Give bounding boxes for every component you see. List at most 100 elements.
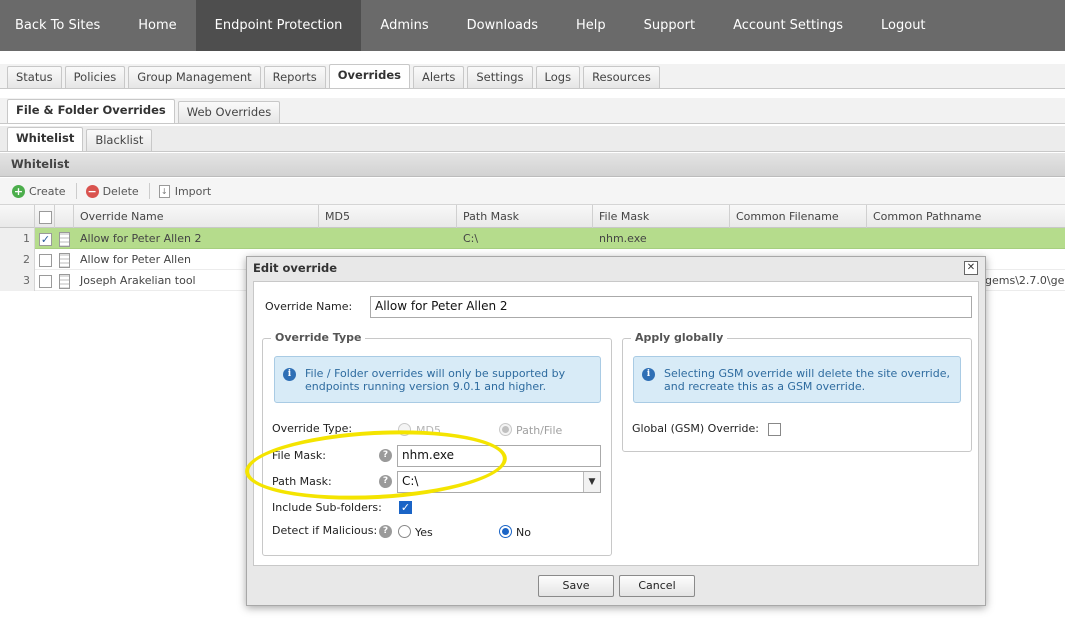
tab-file-folder-overrides[interactable]: File & Folder Overrides xyxy=(7,99,175,123)
tab-settings[interactable]: Settings xyxy=(467,66,533,88)
cell-common-pathname: gems\2.7.0\gems\ xyxy=(985,274,1065,287)
delete-label: Delete xyxy=(102,184,139,198)
row-number: 3 xyxy=(0,270,35,291)
cell-common-pathname xyxy=(867,228,1065,249)
nav-admins[interactable]: Admins xyxy=(361,0,447,51)
file-mask-label: File Mask: xyxy=(272,449,326,462)
info-icon: i xyxy=(642,368,655,381)
nav-back-to-sites[interactable]: Back To Sites xyxy=(0,0,119,51)
row-number: 1 xyxy=(0,228,35,249)
info-icon: i xyxy=(283,368,296,381)
row-checkbox[interactable] xyxy=(39,274,52,288)
table-row[interactable]: 1 ✓ Allow for Peter Allen 2 C:\ nhm.exe xyxy=(0,228,1065,249)
cell-md5 xyxy=(319,228,457,249)
override-tabs: File & Folder Overrides Web Overrides xyxy=(0,98,1065,124)
global-override-checkbox[interactable] xyxy=(768,423,781,436)
save-button[interactable]: Save xyxy=(538,575,614,597)
list-tabs: Whitelist Blacklist xyxy=(0,126,1065,152)
col-md5[interactable]: MD5 xyxy=(319,205,457,228)
nav-support[interactable]: Support xyxy=(625,0,714,51)
tab-whitelist[interactable]: Whitelist xyxy=(7,127,84,151)
override-type-info: i File / Folder overrides will only be s… xyxy=(274,356,601,403)
import-button[interactable]: ↓ Import xyxy=(158,184,212,198)
row-checkbox-cell xyxy=(35,270,55,291)
chevron-down-icon[interactable]: ▼ xyxy=(583,472,600,492)
delete-button[interactable]: − Delete xyxy=(85,184,139,198)
col-path-mask[interactable]: Path Mask xyxy=(457,205,593,228)
dialog-body: Override Name: Allow for Peter Allen 2 O… xyxy=(253,281,979,566)
path-mask-value: C:\ xyxy=(402,474,419,488)
path-mask-select[interactable]: C:\ ▼ xyxy=(397,471,601,493)
row-checkbox-cell xyxy=(35,249,55,270)
select-all-checkbox[interactable] xyxy=(39,210,52,224)
tab-blacklist[interactable]: Blacklist xyxy=(86,129,153,151)
file-icon xyxy=(55,228,74,249)
row-number: 2 xyxy=(0,249,35,270)
create-label: Create xyxy=(29,184,66,198)
tab-web-overrides[interactable]: Web Overrides xyxy=(177,101,281,123)
top-nav: Back To Sites Home Endpoint Protection A… xyxy=(0,0,1065,51)
help-icon[interactable]: ? xyxy=(379,475,392,488)
toolbar-divider xyxy=(148,183,150,199)
tab-status[interactable]: Status xyxy=(7,66,62,88)
include-subfolders-label: Include Sub-folders: xyxy=(272,501,382,514)
section-title: Whitelist xyxy=(0,153,1065,177)
import-icon: ↓ xyxy=(158,184,170,198)
nav-account-settings[interactable]: Account Settings xyxy=(714,0,862,51)
override-name-input[interactable]: Allow for Peter Allen 2 xyxy=(370,296,972,318)
dialog-title: Edit override xyxy=(253,261,338,275)
main-tabs: Status Policies Group Management Reports… xyxy=(0,64,1065,89)
tab-reports[interactable]: Reports xyxy=(263,66,326,88)
col-common-pathname[interactable]: Common Pathname xyxy=(867,205,1065,228)
md5-radio-label: MD5 xyxy=(416,424,441,437)
tab-logs[interactable]: Logs xyxy=(535,66,581,88)
cell-common-filename xyxy=(730,228,867,249)
close-icon[interactable]: ✕ xyxy=(964,261,978,275)
minus-icon: − xyxy=(85,184,99,198)
apply-globally-legend: Apply globally xyxy=(631,331,728,344)
override-type-label: Override Type: xyxy=(272,422,353,435)
detect-yes-radio[interactable] xyxy=(398,525,411,538)
pathfile-radio[interactable] xyxy=(499,423,512,436)
include-subfolders-checkbox[interactable]: ✓ xyxy=(399,501,412,514)
pathfile-radio-label: Path/File xyxy=(516,424,563,437)
override-name-label: Override Name: xyxy=(265,300,353,313)
md5-radio[interactable] xyxy=(398,423,411,436)
rownum-header xyxy=(0,205,35,228)
detect-malicious-label: Detect if Malicious: xyxy=(272,524,378,537)
override-type-legend: Override Type xyxy=(271,331,366,344)
import-label: Import xyxy=(174,184,212,198)
col-file-mask[interactable]: File Mask xyxy=(593,205,730,228)
tab-alerts[interactable]: Alerts xyxy=(412,66,465,88)
tab-resources[interactable]: Resources xyxy=(583,66,660,88)
nav-endpoint-protection[interactable]: Endpoint Protection xyxy=(195,0,362,51)
row-checkbox[interactable]: ✓ xyxy=(39,232,52,246)
edit-override-dialog: Edit override ✕ Override Name: Allow for… xyxy=(246,256,986,606)
nav-downloads[interactable]: Downloads xyxy=(448,0,557,51)
nav-home[interactable]: Home xyxy=(119,0,195,51)
nav-help[interactable]: Help xyxy=(557,0,625,51)
tab-policies[interactable]: Policies xyxy=(64,66,126,88)
file-icon xyxy=(55,270,74,291)
detect-no-radio[interactable] xyxy=(499,525,512,538)
cancel-button[interactable]: Cancel xyxy=(619,575,695,597)
cell-path-mask: C:\ xyxy=(463,232,479,245)
override-type-info-text: File / Folder overrides will only be sup… xyxy=(305,367,566,393)
file-icon xyxy=(55,249,74,270)
select-all-cell xyxy=(35,205,55,228)
tab-overrides[interactable]: Overrides xyxy=(328,64,410,88)
cell-override-name: Allow for Peter Allen 2 xyxy=(80,232,202,245)
icon-col-header xyxy=(55,205,74,228)
file-mask-input[interactable]: nhm.exe xyxy=(397,445,601,467)
nav-logout[interactable]: Logout xyxy=(862,0,945,51)
help-icon[interactable]: ? xyxy=(379,449,392,462)
col-override-name[interactable]: Override Name xyxy=(74,205,319,228)
detect-no-label: No xyxy=(516,526,531,539)
apply-globally-info: i Selecting GSM override will delete the… xyxy=(633,356,961,403)
col-common-filename[interactable]: Common Filename xyxy=(730,205,867,228)
create-button[interactable]: + Create xyxy=(12,184,66,198)
tab-group-management[interactable]: Group Management xyxy=(128,66,261,88)
grid-header: Override Name MD5 Path Mask File Mask Co… xyxy=(0,205,1065,228)
help-icon[interactable]: ? xyxy=(379,525,392,538)
row-checkbox[interactable] xyxy=(39,253,52,267)
